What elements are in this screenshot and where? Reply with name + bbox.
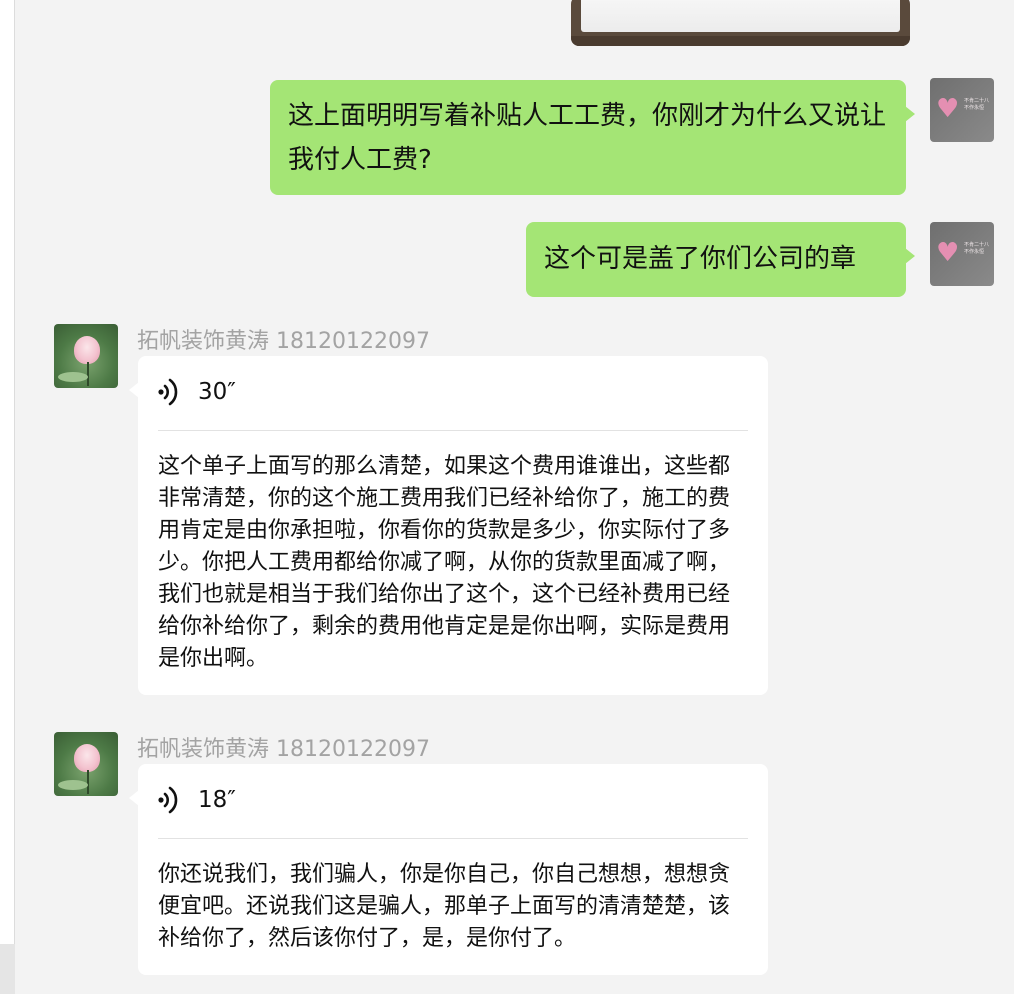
lotus-stem (87, 770, 89, 794)
message-bubble-self[interactable]: 这个可是盖了你们公司的章 (526, 222, 915, 297)
self-avatar[interactable]: ♥ 不肯二十八 不作永恒 (930, 222, 994, 286)
transcript-divider (158, 430, 748, 431)
sender-name: 拓帆装饰黄涛 18120122097 (137, 737, 430, 762)
image-content-shadow (571, 36, 910, 46)
voice-wave-icon (158, 786, 178, 814)
image-content-paper (581, 0, 900, 32)
lotus-flower-icon (74, 336, 100, 364)
voice-play-control[interactable]: 18″ (156, 782, 236, 818)
voice-message-bubble[interactable]: 18″ 你还说我们，我们骗人，你是你自己，你自己想想，想想贪便宜吧。还说我们这是… (129, 764, 768, 975)
heart-icon: ♥ (936, 94, 960, 124)
lotus-stem (87, 362, 89, 386)
transcript-divider (158, 838, 748, 839)
message-bubble-self[interactable]: 这上面明明写着补贴人工工费，你刚才为什么又说让我付人工费? (270, 80, 915, 195)
voice-transcript: 你还说我们，我们骗人，你是你自己，你自己想想，想想贪便宜吧。还说我们这是骗人，那… (158, 862, 731, 951)
voice-play-control[interactable]: 30″ (156, 374, 236, 410)
voice-transcript: 这个单子上面写的那么清楚，如果这个费用谁谁出，这些都非常清楚，你的这个施工费用我… (158, 454, 731, 671)
contact-avatar[interactable] (54, 732, 118, 796)
voice-wave-icon (158, 378, 178, 406)
lily-pad (58, 780, 88, 790)
voice-duration: 18″ (198, 787, 236, 813)
voice-message-bubble[interactable]: 30″ 这个单子上面写的那么清楚，如果这个费用谁谁出，这些都非常清楚，你的这个施… (129, 356, 768, 695)
message-text: 这上面明明写着补贴人工工费，你刚才为什么又说让我付人工费? (288, 101, 887, 175)
image-message[interactable] (571, 0, 910, 46)
lily-pad (58, 372, 88, 382)
voice-duration: 30″ (198, 379, 236, 405)
avatar-caption: 不肯二十八 不作永恒 (964, 242, 990, 255)
lotus-flower-icon (74, 744, 100, 772)
avatar-caption: 不肯二十八 不作永恒 (964, 98, 990, 111)
self-avatar[interactable]: ♥ 不肯二十八 不作永恒 (930, 78, 994, 142)
left-sidebar-edge (0, 0, 15, 994)
message-text: 这个可是盖了你们公司的章 (544, 244, 857, 274)
sidebar-scroll-stub (0, 944, 15, 994)
contact-avatar[interactable] (54, 324, 118, 388)
sender-name: 拓帆装饰黄涛 18120122097 (137, 329, 430, 354)
heart-icon: ♥ (936, 238, 960, 268)
